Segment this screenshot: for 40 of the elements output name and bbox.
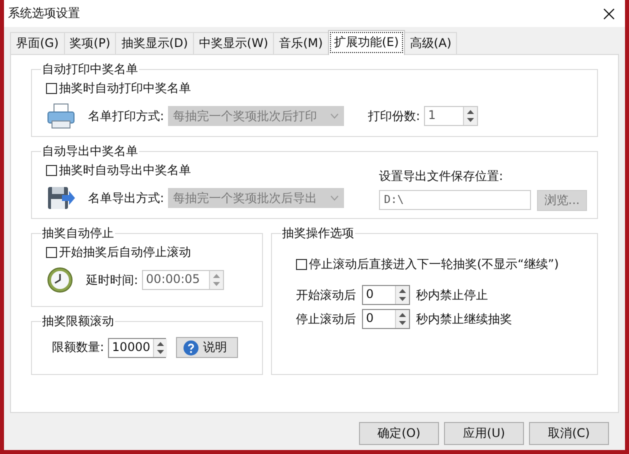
- field-label: 延时时间:: [86, 272, 138, 288]
- spin-field[interactable]: 10000: [108, 338, 166, 358]
- help-icon: [183, 340, 200, 356]
- field-label: 停止滚动后: [296, 310, 356, 328]
- spin-arrows-icon[interactable]: [398, 311, 407, 327]
- field-label: 名单导出方式:: [88, 190, 164, 206]
- field-suffix: 秒内禁止继续抽奖: [416, 310, 512, 328]
- group-title: 抽奖自动停止: [41, 225, 115, 242]
- field-label: 开始滚动后: [296, 286, 356, 304]
- group-title: 自动导出中奖名单: [41, 143, 139, 160]
- caret-icon: [330, 113, 340, 119]
- spin-field[interactable]: 0: [362, 285, 410, 305]
- clock-icon: [46, 266, 74, 294]
- dialog-button[interactable]: 应用(U): [444, 422, 524, 445]
- field-label: 限额数量:: [52, 339, 104, 356]
- tab[interactable]: 扩展功能(E): [328, 30, 405, 55]
- group-title: 抽奖限额滚动: [41, 313, 115, 330]
- window-title: 系统选项设置: [8, 5, 80, 22]
- printer-icon: [46, 102, 76, 130]
- close-icon[interactable]: [603, 8, 615, 20]
- floppy-disk-icon: [46, 184, 76, 212]
- group-title: 抽奖操作选项: [281, 225, 355, 242]
- field-suffix: 秒内禁止停止: [416, 286, 488, 304]
- help-button[interactable]: 说明: [176, 337, 238, 358]
- checkbox[interactable]: 开始抽奖后自动停止滚动: [46, 244, 252, 261]
- field-label: 名单打印方式:: [88, 108, 164, 124]
- tab[interactable]: 界面(G): [10, 32, 65, 54]
- caret-icon: [330, 195, 340, 201]
- group-title: 自动打印中奖名单: [41, 61, 139, 78]
- spin-field[interactable]: 0: [362, 309, 410, 329]
- spin-arrows-icon[interactable]: [398, 287, 407, 303]
- checkbox[interactable]: 抽奖时自动导出中奖名单: [46, 162, 344, 179]
- field-label: 打印份数:: [368, 108, 420, 124]
- spin-arrows-icon[interactable]: [156, 340, 166, 356]
- tab[interactable]: 高级(A): [404, 32, 458, 54]
- field-label: 设置导出文件保存位置:: [379, 168, 504, 185]
- checkbox[interactable]: 抽奖时自动打印中奖名单: [46, 80, 587, 97]
- checkbox[interactable]: 停止滚动后直接进入下一轮抽奖(不显示“继续”): [296, 256, 587, 273]
- dialog-button[interactable]: 取消(C): [529, 422, 609, 445]
- dialog-button[interactable]: 确定(O): [359, 422, 439, 445]
